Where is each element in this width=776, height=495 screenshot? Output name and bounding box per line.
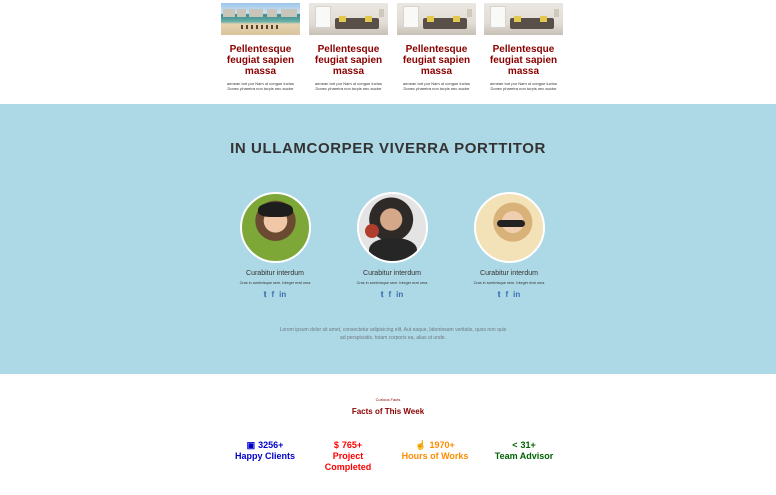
social-links: 𝐭 f in (449, 290, 569, 299)
member-name: Curabitur interdum (246, 270, 304, 277)
card-image-room[interactable] (484, 3, 563, 35)
linkedin-icon[interactable]: in (513, 290, 520, 299)
twitter-icon[interactable]: 𝐭 (381, 290, 384, 299)
avatar (239, 192, 311, 263)
fact-value: 3256+ (258, 440, 284, 450)
card-image-beach[interactable] (221, 3, 300, 35)
dollar-icon: $ (333, 440, 339, 450)
card-image-room[interactable] (397, 3, 476, 35)
fact-team-advisor: <31+ Team Advisor (474, 440, 574, 462)
fact-label: Project Completed (324, 451, 372, 472)
member-subtitle: Cras in scelerisque sem. Integer erat ur… (473, 281, 545, 285)
member-name: Curabitur interdum (363, 270, 421, 277)
share-icon: < (512, 440, 518, 450)
card-title[interactable]: Pellentesque feugiat sapien massa (221, 44, 300, 77)
team-member: Curabitur interdum Cras in scelerisque s… (215, 192, 335, 299)
car-icon: ▣ (246, 440, 256, 450)
card[interactable]: Pellentesque feugiat sapien massa aenean… (484, 3, 563, 91)
facebook-icon[interactable]: f (505, 290, 508, 299)
member-subtitle: Cras in scelerisque sem. Integer erat ur… (356, 281, 428, 285)
social-links: 𝐭 f in (215, 290, 335, 299)
fact-value: 1970+ (429, 440, 455, 450)
avatar (356, 192, 428, 263)
team-member: Curabitur interdum Cras in scelerisque s… (332, 192, 452, 299)
facebook-icon[interactable]: f (388, 290, 391, 299)
team-section: IN ULLAMCORPER VIVERRA PORTTITOR Curabit… (0, 104, 776, 374)
linkedin-icon[interactable]: in (396, 290, 403, 299)
card-image-room[interactable] (309, 3, 388, 35)
fact-label: Team Advisor (494, 451, 554, 461)
thumbs-up-icon: ☝ (415, 440, 427, 450)
avatar (473, 192, 545, 263)
card-text: aenean tort pur Nam ut congue luctus Don… (227, 81, 294, 91)
facebook-icon[interactable]: f (271, 290, 274, 299)
card-title[interactable]: Pellentesque feugiat sapien massa (397, 44, 476, 77)
team-member: Curabitur interdum Cras in scelerisque s… (449, 192, 569, 299)
card[interactable]: Pellentesque feugiat sapien massa aenean… (221, 3, 300, 91)
card-text: aenean tort pur Nam ut congue luctus Don… (490, 81, 557, 91)
card-text: aenean tort pur Nam ut congue luctus Don… (315, 81, 382, 91)
facts-kicker: Curious Facts (375, 397, 401, 402)
card-text: aenean tort pur Nam ut congue luctus Don… (403, 81, 470, 91)
social-links: 𝐭 f in (332, 290, 452, 299)
facts-title: Facts of This Week (351, 407, 425, 416)
member-subtitle: Cras in scelerisque sem. Integer erat ur… (239, 281, 311, 285)
card-title[interactable]: Pellentesque feugiat sapien massa (484, 44, 563, 77)
card[interactable]: Pellentesque feugiat sapien massa aenean… (309, 3, 388, 91)
twitter-icon[interactable]: 𝐭 (264, 290, 267, 299)
team-heading: IN ULLAMCORPER VIVERRA PORTTITOR (230, 140, 546, 157)
card-title[interactable]: Pellentesque feugiat sapien massa (309, 44, 388, 77)
member-name: Curabitur interdum (480, 270, 538, 277)
fact-value: 31+ (520, 440, 536, 450)
fact-label: Hours of Works (401, 451, 469, 461)
linkedin-icon[interactable]: in (279, 290, 286, 299)
card[interactable]: Pellentesque feugiat sapien massa aenean… (397, 3, 476, 91)
cards-row: Pellentesque feugiat sapien massa aenean… (221, 3, 563, 103)
fact-value: 765+ (341, 440, 363, 450)
fact-project-completed: $765+ Project Completed (298, 440, 398, 473)
twitter-icon[interactable]: 𝐭 (498, 290, 501, 299)
team-blurb: Lorem ipsum dolor sit amet, consectetur … (279, 327, 507, 341)
fact-hours-of-works: ☝ 1970+ Hours of Works (385, 440, 485, 462)
